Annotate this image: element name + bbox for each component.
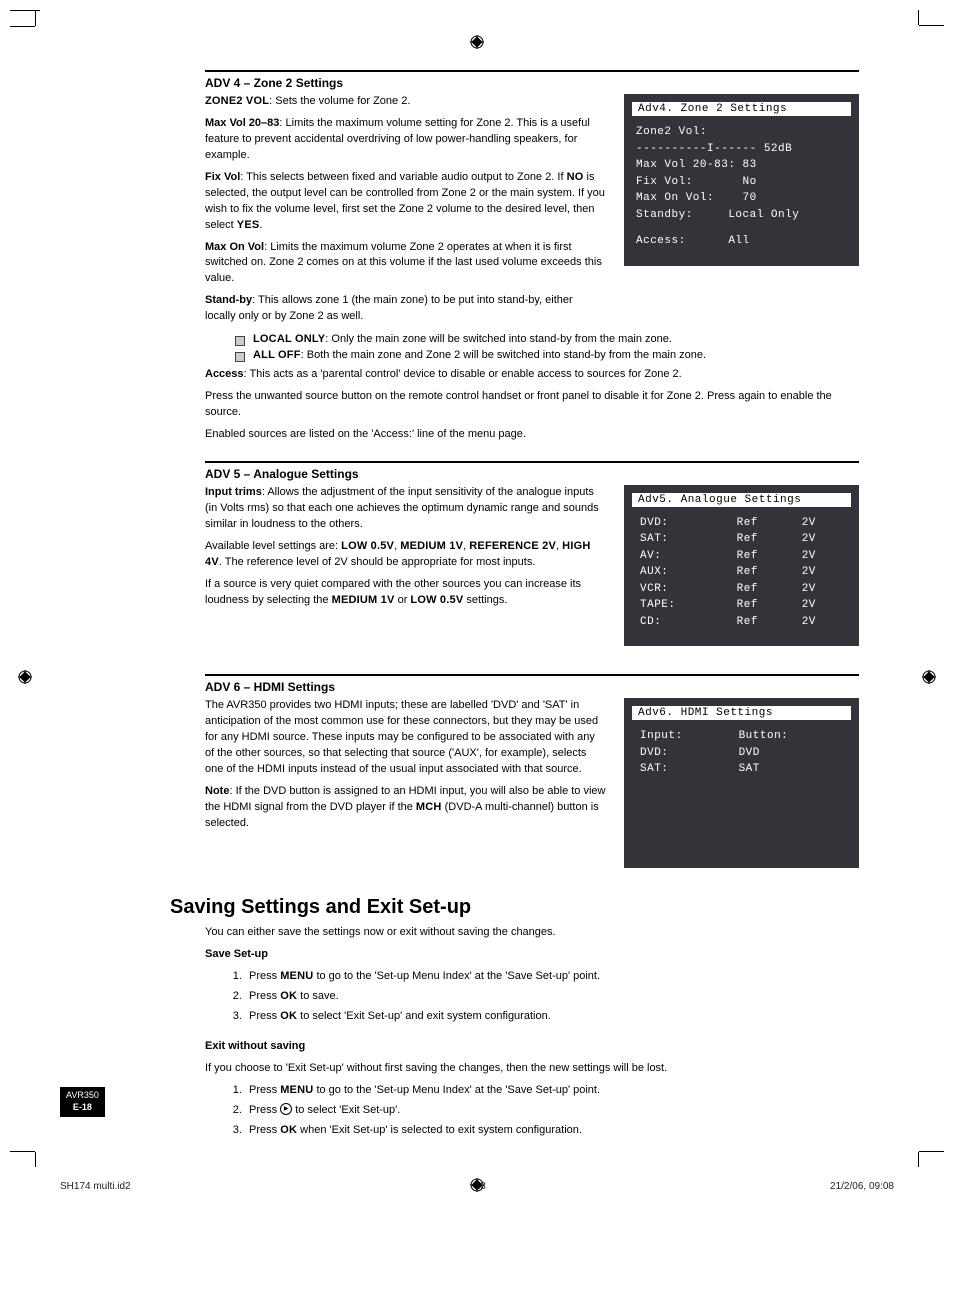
osd-panel-adv5: Adv5. Analogue Settings DVD:Ref2V SAT:Re… [624,485,859,647]
osd-title: Adv4. Zone 2 Settings [632,102,851,116]
footer-date: 21/2/06, 09:08 [830,1181,894,1192]
section-heading-adv4: ADV 4 – Zone 2 Settings [205,76,859,90]
heading-saving: Saving Settings and Exit Set-up [170,896,859,919]
footer-page: 18 [475,1181,486,1192]
footer-doc: SH174 multi.id2 [60,1181,131,1192]
save-steps: Press MENU to go to the 'Set-up Menu Ind… [245,969,859,1025]
hdmi-table: Input:Button: DVD:DVD SAT:SAT [636,728,847,778]
section-heading-adv5: ADV 5 – Analogue Settings [205,467,859,481]
subhead-save: Save Set-up [205,947,859,963]
registration-mark-icon [922,670,936,684]
adv4-text: ZONE2 VOL: Sets the volume for Zone 2. M… [205,94,606,331]
osd-title: Adv6. HDMI Settings [632,706,851,720]
subhead-exit: Exit without saving [205,1039,859,1055]
analogue-table: DVD:Ref2V SAT:Ref2V AV:Ref2V AUX:Ref2V V… [636,515,847,631]
right-arrow-icon [280,1103,292,1115]
registration-mark-icon [470,35,484,49]
page-badge: AVR350 E-18 [60,1087,105,1116]
adv6-text: The AVR350 provides two HDMI inputs; the… [205,698,606,838]
standby-options-list: LOCAL ONLY: Only the main zone will be s… [235,333,859,361]
label: ZONE2 VOL [205,95,269,107]
exit-steps: Press MENU to go to the 'Set-up Menu Ind… [245,1083,859,1139]
osd-panel-adv6: Adv6. HDMI Settings Input:Button: DVD:DV… [624,698,859,868]
osd-panel-adv4: Adv4. Zone 2 Settings Zone2 Vol: -------… [624,94,859,266]
footer: SH174 multi.id2 18 21/2/06, 09:08 [60,1181,894,1192]
adv5-text: Input trims: Allows the adjustment of th… [205,485,606,615]
registration-mark-icon [18,670,32,684]
section-heading-adv6: ADV 6 – HDMI Settings [205,680,859,694]
osd-title: Adv5. Analogue Settings [632,493,851,507]
